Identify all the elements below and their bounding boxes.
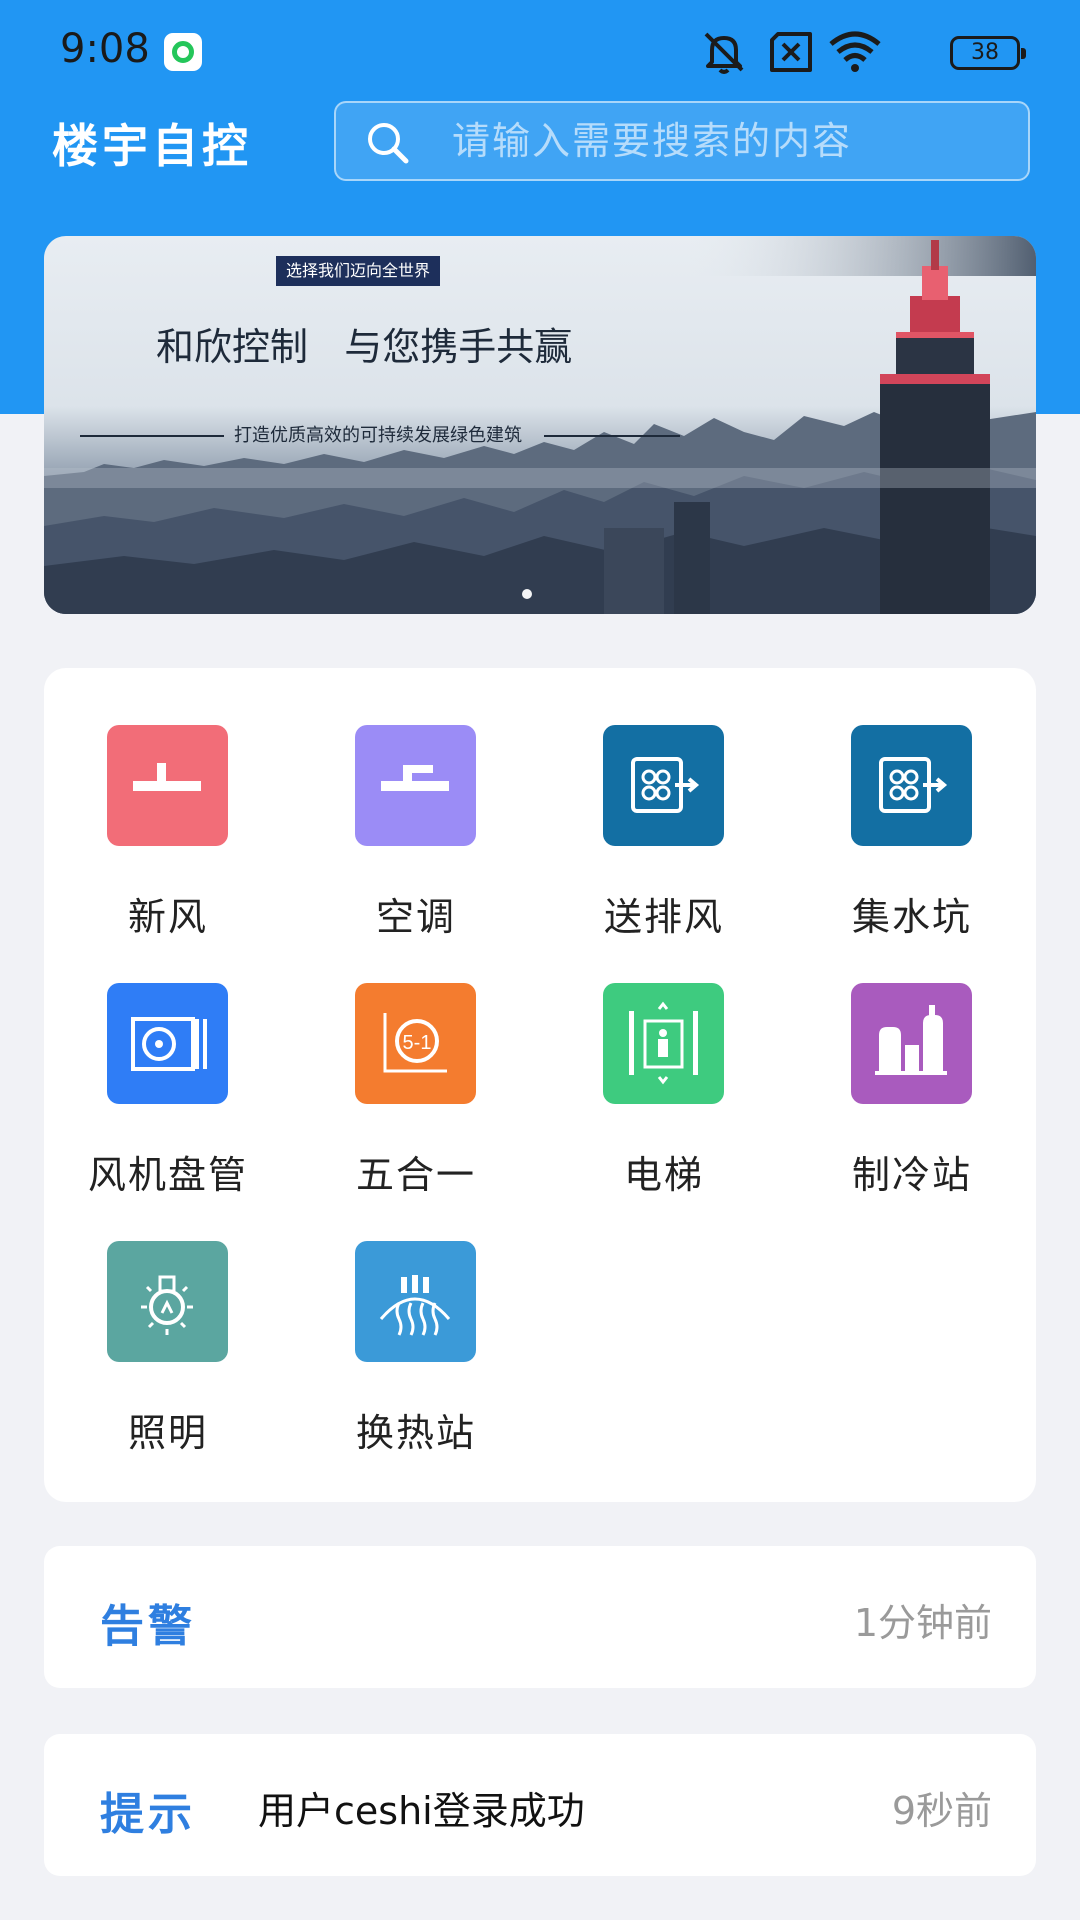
lighting-icon xyxy=(107,1241,228,1362)
search-input[interactable] xyxy=(452,103,1012,179)
mute-icon xyxy=(704,32,744,74)
menu-item-five-in-one[interactable]: 5-1 五合一 xyxy=(292,926,540,1197)
menu-item-fresh-air[interactable]: 新风 xyxy=(44,668,292,939)
five-in-one-icon: 5-1 xyxy=(355,983,476,1104)
sump-pit-icon xyxy=(851,725,972,846)
svg-text:5-1: 5-1 xyxy=(403,1032,432,1054)
menu-item-fan-coil[interactable]: 风机盘管 xyxy=(44,926,292,1197)
menu-item-lighting[interactable]: 照明 xyxy=(44,1184,292,1455)
tip-label: 提示 xyxy=(100,1789,196,1840)
search-box[interactable] xyxy=(334,101,1030,181)
heat-exchange-station-icon xyxy=(355,1241,476,1362)
menu-item-elevator[interactable]: 电梯 xyxy=(540,926,788,1197)
alarm-time: 1分钟前 xyxy=(853,1601,992,1645)
banner-tag: 选择我们迈向全世界 xyxy=(276,256,441,286)
alarm-label: 告警 xyxy=(100,1601,196,1652)
search-icon xyxy=(368,123,409,164)
menu-item-air-conditioner[interactable]: 空调 xyxy=(292,668,540,939)
app-badge-icon xyxy=(164,33,202,71)
carousel-indicator[interactable] xyxy=(522,584,532,603)
banner-city-image xyxy=(44,236,1036,614)
wifi-icon xyxy=(829,31,881,72)
tip-time: 9秒前 xyxy=(891,1789,992,1833)
menu-item-refrigeration-station[interactable]: 制冷站 xyxy=(788,926,1036,1197)
app-title: 楼宇自控 xyxy=(52,119,252,173)
air-conditioner-icon xyxy=(355,725,476,846)
status-icons: 38 xyxy=(700,30,1026,74)
elevator-icon xyxy=(603,983,724,1104)
no-sim-icon xyxy=(770,32,812,72)
menu-item-ventilation[interactable]: 送排风 xyxy=(540,668,788,939)
tip-message: 用户ceshi登录成功 xyxy=(258,1789,585,1833)
status-bar: 9:08 38 xyxy=(0,0,1080,104)
alarm-card[interactable]: 告警 1分钟前 xyxy=(44,1546,1036,1688)
fan-coil-icon xyxy=(107,983,228,1104)
menu-label: 制冷站 xyxy=(851,1153,972,1197)
fresh-air-icon xyxy=(107,725,228,846)
ventilation-icon xyxy=(603,725,724,846)
tip-card[interactable]: 提示 用户ceshi登录成功 9秒前 xyxy=(44,1734,1036,1876)
refrigeration-station-icon xyxy=(851,983,972,1104)
banner-headline: 和欣控制 与您携手共赢 xyxy=(156,325,573,369)
menu-label: 换热站 xyxy=(355,1411,476,1455)
banner-subline: 打造优质高效的可持续发展绿色建筑 xyxy=(234,425,522,446)
menu-item-heat-exchange-station[interactable]: 换热站 xyxy=(292,1184,540,1455)
battery-icon: 38 xyxy=(950,36,1026,70)
menu-label: 照明 xyxy=(127,1411,208,1455)
menu-card: 新风 空调 送排风 集水坑 风机盘管 5-1 五合一 电梯 制冷站 照明 换热站 xyxy=(44,668,1036,1502)
status-time: 9:08 xyxy=(60,26,150,72)
menu-label: 电梯 xyxy=(623,1153,704,1197)
carousel-dot-active[interactable] xyxy=(522,589,532,599)
banner-carousel[interactable]: 选择我们迈向全世界 和欣控制 与您携手共赢 打造优质高效的可持续发展绿色建筑 xyxy=(44,236,1036,614)
banner-divider-left xyxy=(80,435,224,437)
menu-item-sump-pit[interactable]: 集水坑 xyxy=(788,668,1036,939)
banner-divider-right xyxy=(544,435,680,437)
